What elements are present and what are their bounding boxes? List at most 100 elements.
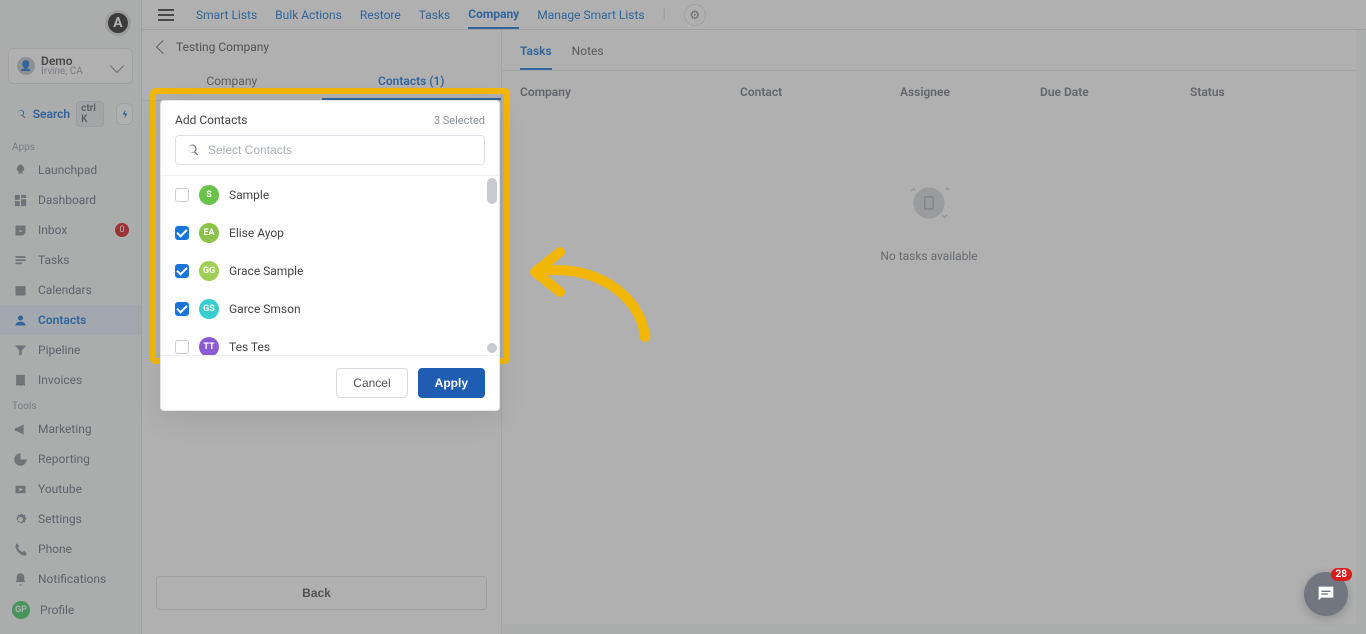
apply-button[interactable]: Apply xyxy=(418,368,485,398)
sidebar-item-invoices[interactable]: Invoices xyxy=(0,365,141,395)
selected-count: 3 Selected xyxy=(434,114,485,127)
sidebar-item-calendars[interactable]: Calendars xyxy=(0,275,141,305)
contact-row[interactable]: GG Grace Sample xyxy=(161,252,499,290)
contact-avatar: EA xyxy=(199,223,219,243)
account-location: Irvine, CA xyxy=(41,67,106,77)
contact-name: Garce Smson xyxy=(229,302,301,316)
checkbox[interactable] xyxy=(175,302,189,316)
contact-name: Sample xyxy=(229,188,269,202)
sidebar-item-youtube[interactable]: Youtube xyxy=(0,474,141,504)
reporting-icon xyxy=(13,452,28,467)
scrollbar-thumb[interactable] xyxy=(487,343,497,353)
contacts-icon xyxy=(13,313,28,328)
sidebar-item-label: Tasks xyxy=(38,253,70,267)
section-tools: Tools xyxy=(0,395,141,414)
sidebar-item-reporting[interactable]: Reporting xyxy=(0,444,141,474)
tab-tasks[interactable]: Tasks xyxy=(419,2,451,28)
sidebar-item-marketing[interactable]: Marketing xyxy=(0,414,141,444)
chat-icon xyxy=(1315,583,1337,605)
sidebar-item-pipeline[interactable]: Pipeline xyxy=(0,335,141,365)
tab-manage-smart-lists[interactable]: Manage Smart Lists xyxy=(537,2,644,28)
sidebar-item-label: Inbox xyxy=(38,223,67,237)
subtab-contacts[interactable]: Contacts (1) xyxy=(322,64,502,100)
contact-avatar: S xyxy=(199,185,219,205)
account-text: Demo Irvine, CA xyxy=(41,55,106,77)
checkbox[interactable] xyxy=(175,264,189,278)
contact-avatar: GS xyxy=(199,299,219,319)
col-status: Status xyxy=(1190,85,1338,99)
chat-badge: 28 xyxy=(1331,568,1352,581)
sidebar-item-phone[interactable]: Phone xyxy=(0,534,141,564)
contact-row[interactable]: TTTes Tes xyxy=(161,328,499,355)
subtab-company[interactable]: Company xyxy=(142,64,322,100)
add-contacts-modal: Add Contacts 3 Selected SSampleEAElise A… xyxy=(160,100,500,411)
sidebar-item-label: Contacts xyxy=(38,313,86,327)
inbox-icon xyxy=(13,223,28,238)
sidebar-item-label: Pipeline xyxy=(38,343,80,357)
account-selector[interactable]: 👤 Demo Irvine, CA xyxy=(8,48,133,84)
rocket-icon xyxy=(13,163,28,178)
tab-company[interactable]: Company xyxy=(468,1,519,29)
sidebar-item-settings[interactable]: Settings xyxy=(0,504,141,534)
contact-avatar: GG xyxy=(199,261,219,281)
col-company: Company xyxy=(520,85,740,99)
youtube-icon xyxy=(13,482,28,497)
search-row: Search ctrl K xyxy=(0,92,141,136)
right-pane: Tasks Notes Company Contact Assignee Due… xyxy=(502,30,1356,624)
scrollbar-thumb[interactable] xyxy=(487,178,497,204)
breadcrumb[interactable]: Testing Company xyxy=(142,30,501,64)
rtab-notes[interactable]: Notes xyxy=(572,38,604,70)
tab-smart-lists[interactable]: Smart Lists xyxy=(196,2,257,28)
quick-action-button[interactable] xyxy=(116,103,133,125)
nav-apps: Launchpad Dashboard Inbox0 Tasks Calenda… xyxy=(0,155,141,395)
col-assignee: Assignee xyxy=(900,85,1040,99)
sidebar-item-inbox[interactable]: Inbox0 xyxy=(0,215,141,245)
checkbox[interactable] xyxy=(175,188,189,202)
checkbox[interactable] xyxy=(175,340,189,354)
contact-row[interactable]: S Sample xyxy=(161,176,499,214)
brand-logo: A xyxy=(105,10,131,36)
tab-restore[interactable]: Restore xyxy=(360,2,401,28)
megaphone-icon xyxy=(13,422,28,437)
search-icon xyxy=(16,107,27,121)
tab-bulk-actions[interactable]: Bulk Actions xyxy=(275,2,342,28)
arrow-left-icon xyxy=(156,40,170,54)
sidebar-item-dashboard[interactable]: Dashboard xyxy=(0,185,141,215)
settings-button[interactable]: ⚙ xyxy=(684,4,706,26)
checkbox[interactable] xyxy=(175,226,189,240)
right-tabs: Tasks Notes xyxy=(502,30,1356,71)
rtab-tasks[interactable]: Tasks xyxy=(520,38,552,70)
sidebar-item-tasks[interactable]: Tasks xyxy=(0,245,141,275)
brand-area: A xyxy=(0,6,141,40)
calendar-icon xyxy=(13,283,28,298)
contact-row[interactable]: GS Garce Smson xyxy=(161,290,499,328)
back-button[interactable]: Back xyxy=(156,576,487,610)
sidebar-item-label: Profile xyxy=(40,603,74,617)
sidebar-item-contacts[interactable]: Contacts xyxy=(0,305,141,335)
bolt-icon xyxy=(119,108,131,120)
contact-search-input[interactable] xyxy=(208,143,474,157)
search-icon xyxy=(186,143,200,157)
sidebar-item-notifications[interactable]: Notifications xyxy=(0,564,141,594)
modal-search[interactable] xyxy=(175,135,485,165)
sidebar-item-profile[interactable]: GPProfile xyxy=(0,594,141,626)
chat-widget[interactable]: 28 xyxy=(1304,572,1348,616)
account-avatar-icon: 👤 xyxy=(17,57,35,75)
contact-row[interactable]: EAElise Ayop xyxy=(161,214,499,252)
contact-name: Grace Sample xyxy=(229,264,303,278)
dashboard-icon xyxy=(13,193,28,208)
search-label: Search xyxy=(33,107,70,121)
contact-list[interactable]: S Sample EAElise Ayop GG Grace Sample GS Garce… xyxy=(161,175,499,355)
sidebar-item-label: Youtube xyxy=(38,482,82,496)
bookmark-empty-icon xyxy=(899,173,959,233)
cancel-button[interactable]: Cancel xyxy=(336,368,407,398)
sidebar-item-label: Calendars xyxy=(38,283,92,297)
empty-state: No tasks available xyxy=(502,173,1356,263)
sidebar-item-label: Marketing xyxy=(38,422,92,436)
menu-toggle[interactable] xyxy=(158,9,174,21)
sidebar-item-launchpad[interactable]: Launchpad xyxy=(0,155,141,185)
topnav: Smart Lists Bulk Actions Restore Tasks C… xyxy=(142,0,1366,30)
search-button[interactable]: Search ctrl K xyxy=(8,96,112,132)
sidebar-item-label: Dashboard xyxy=(38,193,96,207)
bell-icon xyxy=(13,572,28,587)
